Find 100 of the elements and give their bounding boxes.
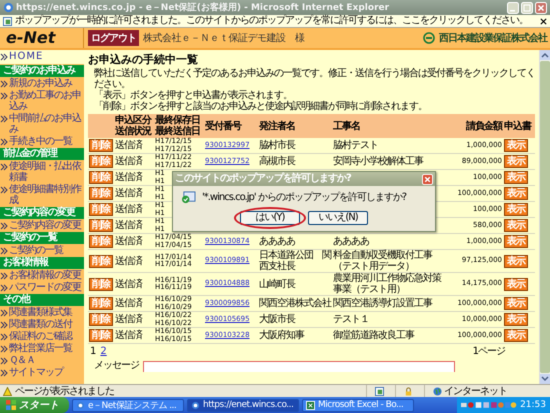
sidebar-item[interactable]: ご契約内容の変更 [0,220,84,231]
double-chevron-icon [0,80,8,88]
status-cell: 送信済 [115,278,142,290]
orderer-cell: 関西空港株式会社 [259,298,331,309]
status-cell: 送信済 [115,156,142,167]
spreadsheet-icon [306,400,315,410]
sidebar-item[interactable]: お勤め工事のお申込み [0,90,84,112]
section-header: ご契約の一覧 [0,232,84,244]
double-chevron-icon [0,163,8,171]
section-header: 前払金の管理 [0,148,84,160]
maximize-icon[interactable] [521,2,533,14]
column-header: 工事名 [333,120,360,132]
company-name: 株式会社ｅ－Ｎｅｔ保証デモ建設 様 [143,32,304,45]
column-header: 受付番号 [205,120,241,132]
page-link[interactable]: 2 [100,346,107,358]
orderer-cell: ああああ [259,236,295,247]
popup-icon [3,16,12,26]
column-header: 申込区分 送信状況 [115,115,151,137]
clock: 21:53 [520,400,546,410]
sidebar-item[interactable]: パスワードの変更 [0,282,84,293]
double-chevron-icon [0,186,8,194]
sidebar-item[interactable]: 手続き中の一覧 [0,136,84,147]
double-chevron-icon [0,345,8,353]
zone-text: インターネット [444,385,507,398]
close-icon[interactable] [540,18,547,24]
column-header: 申込書 [504,120,531,132]
sidebar-item[interactable]: 使途明細書特別作成 [0,184,84,206]
taskbar-button[interactable]: e－Net保証システム ... [72,398,184,412]
sidebar-item[interactable]: Ｑ＆Ａ [0,355,84,366]
scroll-down-icon[interactable] [540,374,550,384]
work-name-cell: 安岡寺小学校解体工事 [333,156,423,167]
browser-icon [76,400,85,410]
orderer-cell: 高槻市長 [259,156,295,167]
start-flag-icon [6,400,16,410]
description-text: 弊社に送信していただく予定のあるお申込みの一覧です。修正・送信を行う場合は受付番号をクリックしてください。 [94,68,535,90]
sidebar-item[interactable]: 関連書類の送付 [0,319,84,330]
page-link[interactable]: 1 [90,346,96,358]
orderer-cell: 大阪市長 [259,314,295,325]
orderer-cell: 山崎町長 [259,278,295,290]
status-cell: 送信済 [115,188,142,199]
sidebar-item[interactable]: 保証料のご確認 [0,331,84,342]
taskbar-button[interactable]: Microsoft Excel - Bo... [302,398,414,412]
scrollbar-thumb[interactable] [540,61,550,373]
status-cell: 送信済 [115,256,142,266]
sidebar-item[interactable]: 弊社営業店一覧 [0,343,84,354]
start-button[interactable]: スタート [0,397,69,413]
lock-icon [404,386,413,396]
browser-icon [191,400,200,410]
sidebar-item[interactable]: サイトマップ [0,367,84,378]
logout-button[interactable]: ログアウト [88,30,139,46]
sidebar-item[interactable]: 関連書類様式集 [0,307,84,318]
double-chevron-icon [0,369,8,377]
scroll-up-icon[interactable] [540,50,550,60]
info-bar-text: ポップアップが一時的に許可されました。このサイトからのポップアップを常に許可するには、ここをクリックしてください。 [15,16,529,26]
scrollbar[interactable] [539,50,550,384]
status-cell: 送信済 [115,236,142,247]
work-name-cell: 農業用河川工作物応急対策事業（テスト用） [333,273,441,295]
sidebar-item[interactable]: 使途明細・払出依頼書 [0,161,84,183]
double-chevron-icon [0,115,8,123]
work-name-cell: 料金自動収受機取付工事（テスト用データ） [333,250,432,272]
dialog-title: このサイトのポップアップを許可しますか? [175,173,351,185]
page-title: お申込みの手続中一覧 [88,53,199,66]
tray-icons-drawing[interactable] [461,401,518,409]
double-chevron-icon [0,309,8,317]
status-cell: 送信済 [115,314,142,325]
page-count: 1ページ [472,346,506,358]
site-logo[interactable]: e-Net [0,28,84,48]
work-name-cell: 脇村テスト [333,140,378,151]
orderer-cell: 脇村市長 [259,140,295,151]
double-chevron-icon [0,272,8,280]
section-header: お客様情報 [0,257,84,269]
popup-info-bar[interactable]: ポップアップが一時的に許可されました。このサイトからのポップアップを常に許可するには、ここをクリックしてください。 [0,15,550,28]
sidebar-item[interactable]: 中間前払のお申込み [0,113,84,135]
section-header: ご契約内容の変更 [0,207,84,219]
dialog-button[interactable]: いいえ(N) [308,211,368,225]
orderer-cell: 日本道路公団 関西支社長 [259,250,331,272]
double-chevron-icon [0,92,8,100]
sidebar-item[interactable]: ご契約の一覧 [0,245,84,256]
minimize-icon[interactable] [507,2,519,14]
description-text: 「表示」ボタンを押すと申込書が表示されます。 [94,90,292,101]
section-header: ご契約のお申込み [0,65,84,77]
double-chevron-icon [0,284,8,292]
status-cell: 送信済 [115,220,142,231]
orderer-cell: 大阪府知事 [259,330,304,341]
work-name-cell: 関西空港誘導灯設置工事 [333,298,432,309]
work-name-cell: ああああ [333,236,369,247]
double-chevron-icon [0,247,8,255]
globe-icon [433,386,442,396]
taskbar-button[interactable]: https://enet.wincs.co... [187,398,299,412]
double-chevron-icon [0,321,8,329]
description-text: 「削除」ボタンを押すと該当のお申込みと使途内訳明細書が同時に削除されます。 [94,101,428,112]
message-field[interactable] [143,361,455,372]
home-link[interactable]: HOME [0,51,84,62]
sidebar-item[interactable]: お客様情報の変更 [0,270,84,281]
status-cell: 送信済 [115,140,142,151]
sidebar-item[interactable]: 新規のお申込み [0,78,84,89]
work-name-cell: 御堂筋道路改良工事 [333,330,414,341]
column-header: 最終保存日 最終送信日 [155,115,200,137]
message-label: メッセージ [94,360,139,372]
dialog-button[interactable]: はい(Y) [240,211,300,225]
